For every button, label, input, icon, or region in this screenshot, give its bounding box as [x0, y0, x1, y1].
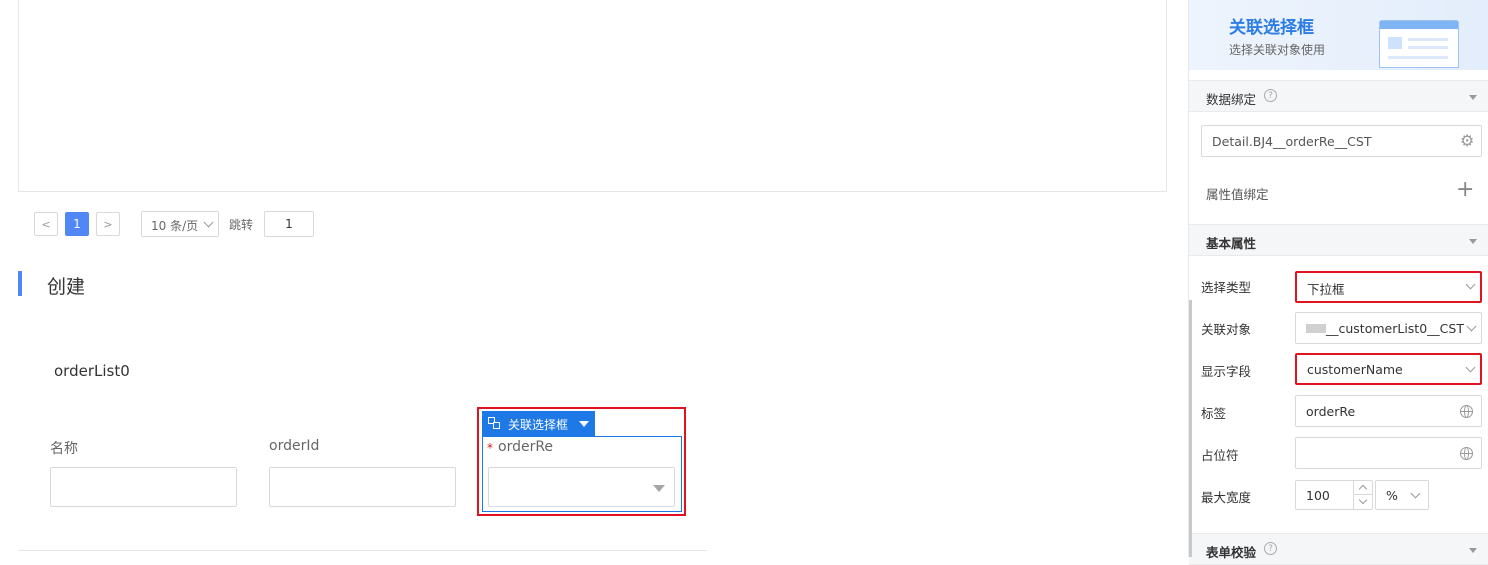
stepper-up-icon[interactable] — [1358, 484, 1368, 494]
display-field-value: customerName — [1307, 362, 1403, 377]
illustration-block — [1388, 37, 1402, 49]
related-object-select[interactable]: __customerList0__CST — [1295, 312, 1482, 344]
chevron-down-icon — [1465, 279, 1476, 290]
chevron-down-icon — [1466, 321, 1477, 332]
related-select[interactable] — [488, 467, 675, 507]
tag-input[interactable]: orderRe — [1295, 395, 1482, 427]
tag-label: 标签 — [1201, 406, 1227, 421]
page-1-button[interactable]: 1 — [65, 212, 89, 236]
jump-value: 1 — [285, 217, 293, 231]
placeholder-input[interactable] — [1295, 437, 1482, 469]
jump-label: 跳转 — [229, 218, 254, 232]
dropdown-arrow-icon — [653, 485, 665, 492]
number-stepper[interactable] — [1353, 481, 1372, 509]
panel-scrollbar[interactable] — [1189, 300, 1192, 557]
illustration-line — [1408, 38, 1448, 41]
related-object-label: 关联对象 — [1201, 322, 1252, 337]
section-accent-bar — [18, 271, 22, 296]
banner-subtitle: 选择关联对象使用 — [1229, 43, 1326, 57]
property-panel: 关联选择框 选择关联对象使用 数据绑定 ? Detail.BJ4__orderR… — [1188, 0, 1488, 565]
width-unit-value: % — [1386, 488, 1398, 503]
tag-value: orderRe — [1306, 404, 1356, 419]
placeholder-label: 占位符 — [1201, 448, 1239, 463]
validation-title: 表单校验 — [1206, 545, 1257, 560]
name-input[interactable] — [50, 467, 237, 507]
display-field-select[interactable]: customerName — [1295, 353, 1482, 385]
property-binding-label: 属性值绑定 — [1206, 187, 1269, 202]
collapse-icon — [1469, 239, 1477, 244]
section-title: 创建 — [47, 276, 86, 298]
field-label-orderid: orderId — [269, 438, 320, 454]
data-binding-field[interactable]: Detail.BJ4__orderRe__CST ⚙ — [1201, 125, 1482, 157]
illustration-header — [1380, 21, 1458, 29]
illustration-line — [1408, 46, 1448, 49]
orderid-input[interactable] — [269, 467, 456, 507]
chevron-left-icon: < — [41, 217, 51, 231]
divider — [18, 550, 707, 551]
form-name: orderList0 — [54, 362, 130, 380]
widget-icon-part — [493, 422, 500, 429]
designer-canvas: < 1 > 10 条/页 跳转 1 创建 orderList0 名称 order… — [0, 0, 1188, 557]
collapse-icon — [1469, 95, 1477, 100]
data-binding-value: Detail.BJ4__orderRe__CST — [1212, 134, 1372, 149]
max-width-value: 100 — [1306, 488, 1330, 503]
max-width-input[interactable]: 100 — [1295, 480, 1373, 510]
widget-type-label: 关联选择框 — [508, 418, 569, 432]
data-binding-header[interactable]: 数据绑定 ? — [1189, 80, 1488, 112]
chevron-down-icon — [1410, 488, 1421, 499]
chevron-right-icon: > — [103, 217, 113, 231]
select-type-select[interactable]: 下拉框 — [1295, 271, 1482, 303]
prev-page-button[interactable]: < — [34, 212, 58, 236]
select-type-label: 选择类型 — [1201, 280, 1252, 295]
basic-props-title: 基本属性 — [1206, 236, 1257, 251]
page-size-value: 10 条/页 — [151, 219, 199, 233]
illustration-line — [1388, 56, 1448, 59]
caret-down-icon — [579, 421, 589, 427]
page-size-select[interactable]: 10 条/页 — [141, 211, 219, 237]
globe-icon[interactable] — [1460, 447, 1473, 460]
stepper-down-icon[interactable] — [1358, 495, 1368, 505]
field-label-name: 名称 — [50, 441, 78, 457]
panel-banner: 关联选择框 选择关联对象使用 — [1189, 0, 1488, 70]
basic-props-header[interactable]: 基本属性 — [1189, 224, 1488, 256]
help-icon[interactable]: ? — [1264, 89, 1277, 102]
redacted-prefix — [1306, 324, 1326, 333]
banner-illustration — [1379, 20, 1459, 68]
data-binding-title: 数据绑定 — [1206, 92, 1257, 107]
table-area — [18, 0, 1167, 192]
widget-field-label: orderRe — [498, 439, 554, 455]
jump-input[interactable]: 1 — [264, 211, 314, 237]
select-type-value: 下拉框 — [1307, 282, 1345, 297]
widget-type-badge[interactable]: 关联选择框 — [482, 411, 595, 436]
gear-icon[interactable]: ⚙ — [1460, 131, 1474, 150]
chevron-down-icon — [203, 217, 214, 228]
display-field-label: 显示字段 — [1201, 364, 1252, 379]
help-icon[interactable]: ? — [1264, 542, 1277, 555]
related-object-value: __customerList0__CST — [1326, 321, 1464, 336]
chevron-down-icon — [1465, 362, 1476, 373]
next-page-button[interactable]: > — [96, 212, 120, 236]
max-width-label: 最大宽度 — [1201, 490, 1252, 505]
collapse-icon — [1469, 548, 1477, 553]
add-icon[interactable]: + — [1456, 177, 1474, 203]
validation-header[interactable]: 表单校验 ? — [1189, 533, 1488, 565]
width-unit-select[interactable]: % — [1375, 480, 1429, 510]
globe-icon[interactable] — [1460, 405, 1473, 418]
required-mark: * — [487, 441, 493, 455]
banner-title: 关联选择框 — [1229, 18, 1314, 38]
page-number: 1 — [73, 217, 81, 231]
